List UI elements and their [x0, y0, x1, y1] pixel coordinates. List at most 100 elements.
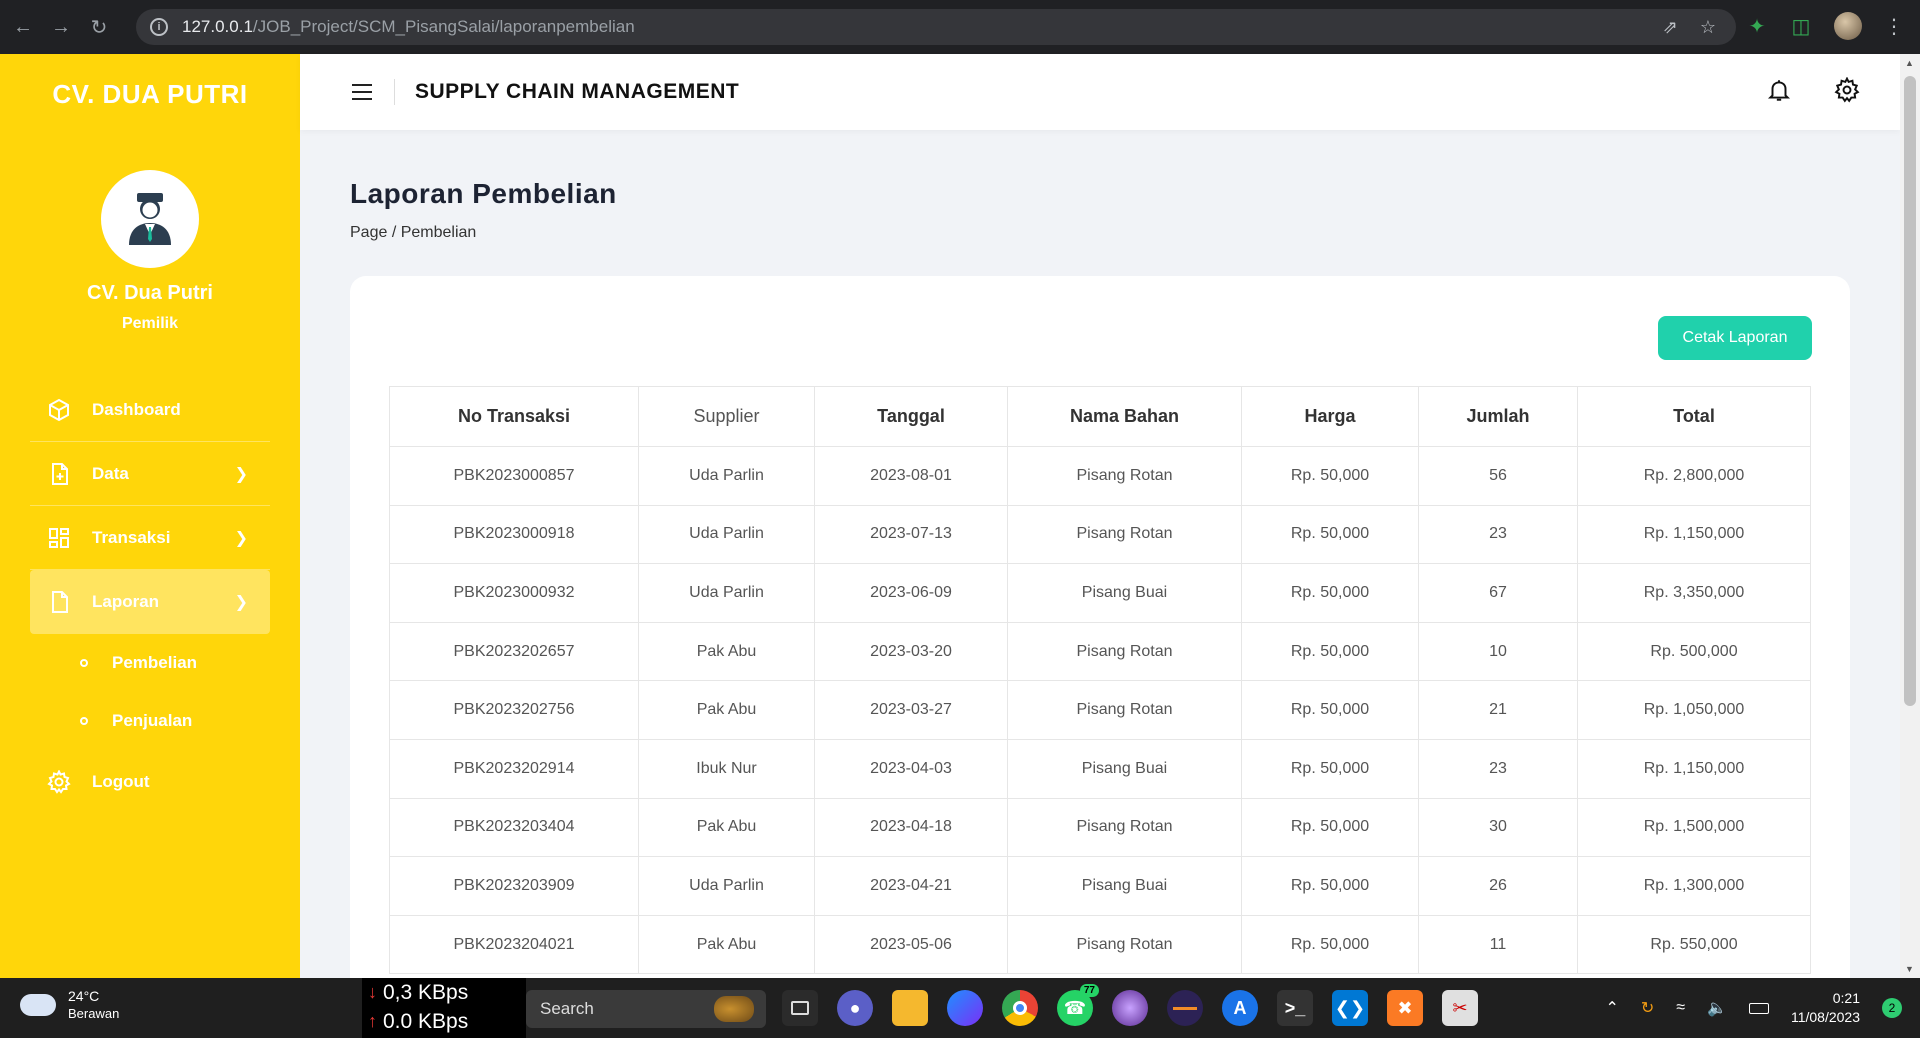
submenu-label: Pembelian	[112, 653, 198, 672]
bell-icon[interactable]	[1766, 77, 1792, 108]
table-row: PBK2023202657 Pak Abu 2023-03-20 Pisang Rot…	[389, 621, 1811, 682]
extensions-puzzle-icon[interactable]: ✦	[1746, 15, 1768, 38]
table-row: PBK2023203909 Uda Parlin 2023-04-21 Pisang …	[389, 856, 1811, 916]
table-cell: 2023-05-06	[814, 914, 1008, 975]
taskbar-search[interactable]: Search	[526, 990, 766, 1028]
table-cell: Rp. 1,150,000	[1577, 738, 1811, 799]
table-cell: 11	[1418, 914, 1578, 975]
table-cell: Uda Parlin	[638, 563, 815, 623]
battery-icon[interactable]	[1748, 1002, 1769, 1014]
page-scrollbar[interactable]: ▲ ▼	[1900, 54, 1920, 978]
table-cell: Pisang Buai	[1007, 563, 1242, 623]
column-header[interactable]: Tanggal	[814, 386, 1008, 447]
table-cell: PBK2023202756	[389, 680, 639, 740]
settings-gear-icon[interactable]	[1834, 75, 1860, 108]
column-header[interactable]: No Transaksi	[389, 386, 639, 447]
terminal-icon[interactable]: >_	[1277, 990, 1313, 1026]
forward-arrow-icon[interactable]: →	[46, 12, 76, 42]
sidebar-item-logout[interactable]: Logout	[30, 750, 270, 814]
table-row: PBK2023000918 Uda Parlin 2023-07-13 Pisang …	[389, 504, 1811, 565]
scroll-up-arrow-icon[interactable]: ▲	[1905, 58, 1914, 68]
column-header[interactable]: Jumlah	[1418, 386, 1578, 447]
brand-name[interactable]: CV. DUA PUTRI	[0, 54, 300, 134]
table-row: PBK2023000932 Uda Parlin 2023-06-09 Pisang …	[389, 563, 1811, 623]
notification-badge[interactable]: 2	[1882, 998, 1902, 1018]
reload-icon[interactable]: ↻	[84, 12, 114, 42]
submenu-item-pembelian[interactable]: Pembelian	[30, 634, 270, 692]
table-cell: Pisang Buai	[1007, 856, 1242, 916]
page-title: Laporan Pembelian	[350, 178, 617, 209]
table-cell: Pisang Rotan	[1007, 621, 1242, 682]
whatsapp-icon[interactable]: ☎ 77	[1057, 984, 1099, 1026]
table-cell: Pak Abu	[638, 914, 815, 975]
share-icon[interactable]: ⇗	[1663, 17, 1678, 38]
print-report-button[interactable]: Cetak Laporan	[1658, 316, 1812, 360]
android-studio-icon[interactable]: A	[1222, 990, 1258, 1026]
table-cell: PBK2023202657	[389, 621, 639, 682]
column-header[interactable]: Harga	[1241, 386, 1419, 447]
download-arrow-icon: ↓	[368, 982, 377, 1002]
site-info-icon[interactable]: i	[150, 18, 168, 36]
column-header[interactable]: Total	[1577, 386, 1811, 447]
column-header[interactable]: Supplier	[638, 386, 815, 447]
back-arrow-icon[interactable]: ←	[8, 12, 38, 42]
wifi-icon[interactable]: ≈	[1676, 999, 1685, 1017]
table-cell: Rp. 50,000	[1241, 797, 1419, 858]
table-cell: 23	[1418, 738, 1578, 799]
side-panel-icon[interactable]: ◫	[1790, 15, 1812, 38]
gear-icon	[46, 769, 72, 795]
volume-icon[interactable]: 🔈	[1707, 998, 1727, 1018]
table-cell: Rp. 2,800,000	[1577, 446, 1811, 506]
teams-chat-icon[interactable]: ●	[837, 990, 873, 1026]
app-title: SUPPLY CHAIN MANAGEMENT	[415, 80, 740, 103]
chevron-up-icon[interactable]: ⌃	[1605, 998, 1618, 1018]
weather-widget[interactable]: 24°C Berawan	[20, 988, 119, 1021]
table-cell: 2023-03-27	[814, 680, 1008, 740]
time: 0:21	[1832, 990, 1860, 1006]
chrome-icon[interactable]	[1002, 990, 1038, 1026]
table-cell: Rp. 1,150,000	[1577, 504, 1811, 565]
sidebar-item-transaksi[interactable]: Transaksi ❯	[30, 506, 270, 570]
snipping-tool-icon[interactable]: ✂	[1442, 990, 1478, 1026]
bookmark-star-icon[interactable]: ☆	[1700, 17, 1716, 38]
user-role: Pemilik	[121, 315, 179, 332]
sidebar-item-data[interactable]: Data ❯	[30, 442, 270, 506]
table-cell: PBK2023204021	[389, 914, 639, 975]
table-cell: Rp. 550,000	[1577, 914, 1811, 975]
chevron-right-icon: ❯	[234, 529, 248, 547]
sidebar-item-label: Dashboard	[92, 399, 181, 419]
scrollbar-thumb[interactable]	[1904, 76, 1916, 706]
profile-avatar[interactable]	[1834, 12, 1862, 40]
copilot-icon[interactable]	[947, 990, 983, 1026]
browser-menu-icon[interactable]: ⋮	[1884, 14, 1904, 39]
xampp-icon[interactable]: ✖	[1387, 990, 1423, 1026]
sync-icon[interactable]: ↻	[1641, 998, 1654, 1018]
table-cell: Pak Abu	[638, 680, 815, 740]
table-cell: Rp. 1,300,000	[1577, 856, 1811, 916]
sidebar-item-laporan[interactable]: Laporan ❯	[30, 570, 270, 634]
top-header: SUPPLY CHAIN MANAGEMENT	[300, 54, 1900, 130]
submenu-item-penjualan[interactable]: Penjualan	[30, 692, 270, 750]
temperature: 24°C	[68, 988, 100, 1004]
sidebar-item-dashboard[interactable]: Dashboard	[30, 378, 270, 442]
table-cell: 23	[1418, 504, 1578, 565]
clock[interactable]: 0:21 11/08/2023	[1791, 989, 1860, 1027]
sidebar-item-label: Transaksi	[92, 527, 171, 547]
ide-icon[interactable]	[1167, 990, 1203, 1026]
table-cell: PBK2023000918	[389, 504, 639, 565]
circle-bullet-icon	[80, 717, 88, 725]
column-header[interactable]: Nama Bahan	[1007, 386, 1242, 447]
table-cell: 2023-03-20	[814, 621, 1008, 682]
table-cell: Rp. 50,000	[1241, 563, 1419, 623]
table-row: PBK2023203404 Pak Abu 2023-04-18 Pisang Rot…	[389, 797, 1811, 858]
scroll-down-arrow-icon[interactable]: ▼	[1905, 964, 1914, 974]
task-view-icon[interactable]	[782, 990, 818, 1026]
hamburger-menu-icon[interactable]	[352, 84, 372, 100]
url-path: /JOB_Project/SCM_PisangSalai/laporanpemb…	[252, 17, 635, 36]
sidebar: CV. DUA PUTRI CV. Dua Putri Pemilik Dash…	[0, 54, 300, 978]
address-bar[interactable]: i 127.0.0.1/JOB_Project/SCM_PisangSalai/…	[136, 9, 1736, 45]
eclipse-icon[interactable]	[1112, 990, 1148, 1026]
file-explorer-icon[interactable]	[892, 990, 928, 1026]
submenu-label: Penjualan	[112, 711, 193, 730]
vscode-icon[interactable]: ❮❯	[1332, 990, 1368, 1026]
